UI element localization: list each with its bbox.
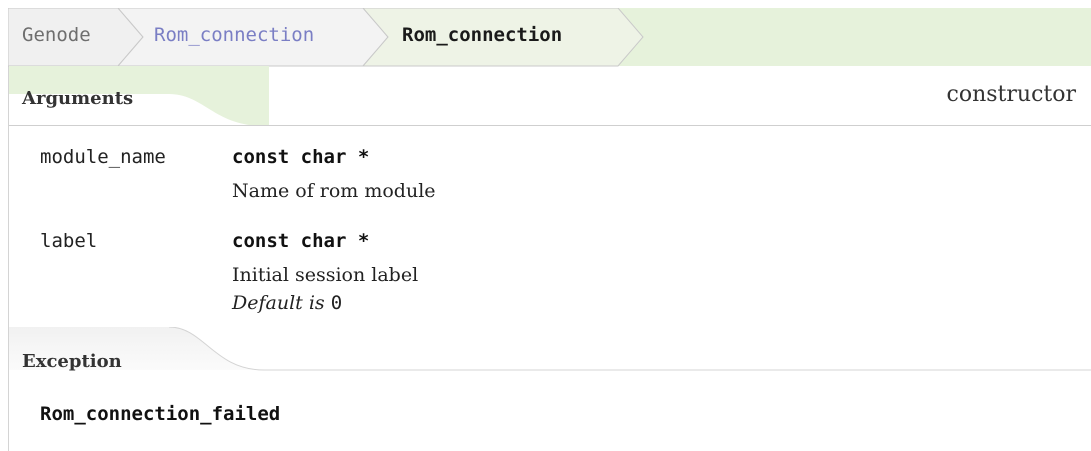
breadcrumb-item-current: Rom_connection	[402, 24, 563, 46]
breadcrumb-item-rom-connection[interactable]: Rom_connection	[154, 24, 314, 46]
argument-default-prefix: Default is	[232, 292, 331, 314]
exception-section-tab	[9, 327, 1091, 371]
exception-name: Rom_connection_failed	[40, 403, 281, 425]
member-kind-label: constructor	[946, 82, 1076, 107]
breadcrumb-item-genode[interactable]: Genode	[22, 24, 91, 46]
exception-title: Exception	[22, 351, 122, 372]
argument-default-value: 0	[330, 292, 343, 314]
argument-default: Default is 0	[232, 292, 342, 314]
arguments-title: Arguments	[22, 88, 134, 109]
argument-type: const char *	[232, 146, 370, 168]
argument-name: module_name	[40, 146, 166, 168]
argument-type: const char *	[232, 230, 370, 252]
arguments-rule	[9, 125, 1091, 126]
argument-name: label	[40, 230, 98, 252]
argument-description: Name of rom module	[232, 180, 436, 202]
argument-description: Initial session label	[232, 264, 419, 286]
